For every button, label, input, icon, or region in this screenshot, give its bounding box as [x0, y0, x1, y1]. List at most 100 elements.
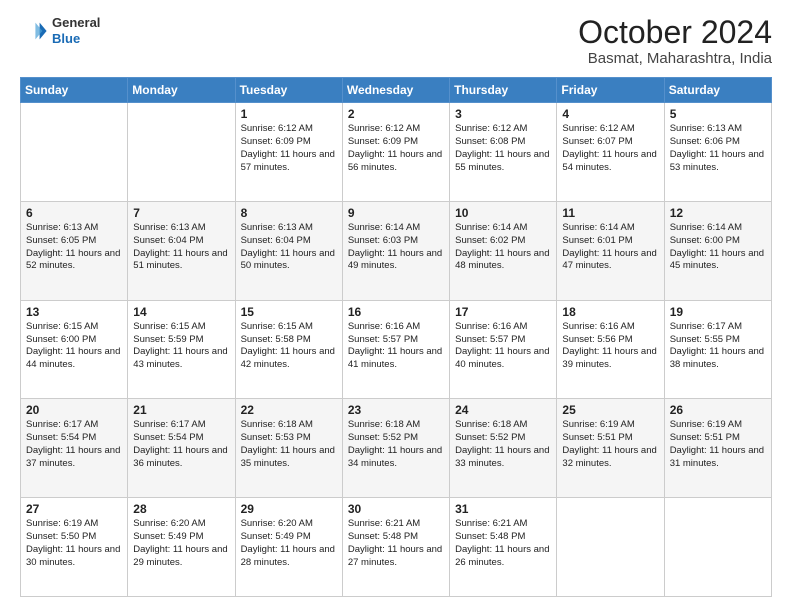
sunrise-text: Sunrise: 6:13 AM: [133, 222, 205, 233]
calendar-cell: 7 Sunrise: 6:13 AM Sunset: 6:04 PM Dayli…: [128, 201, 235, 300]
sunset-text: Sunset: 6:00 PM: [26, 334, 96, 345]
header: General Blue October 2024 Basmat, Mahara…: [20, 15, 772, 67]
calendar-cell: 21 Sunrise: 6:17 AM Sunset: 5:54 PM Dayl…: [128, 399, 235, 498]
calendar-cell: 12 Sunrise: 6:14 AM Sunset: 6:00 PM Dayl…: [664, 201, 771, 300]
daylight-text: Daylight: 11 hours and 49 minutes.: [348, 248, 442, 272]
sunrise-text: Sunrise: 6:15 AM: [133, 321, 205, 332]
cell-content: Sunrise: 6:13 AM Sunset: 6:06 PM Dayligh…: [670, 123, 766, 174]
day-number: 2: [348, 107, 444, 121]
daylight-text: Daylight: 11 hours and 39 minutes.: [562, 346, 656, 370]
calendar-week-row: 27 Sunrise: 6:19 AM Sunset: 5:50 PM Dayl…: [21, 498, 772, 597]
cell-content: Sunrise: 6:12 AM Sunset: 6:08 PM Dayligh…: [455, 123, 551, 174]
sunset-text: Sunset: 6:03 PM: [348, 235, 418, 246]
sunset-text: Sunset: 6:02 PM: [455, 235, 525, 246]
cell-content: Sunrise: 6:15 AM Sunset: 5:59 PM Dayligh…: [133, 321, 229, 372]
day-number: 11: [562, 206, 658, 220]
calendar-cell: 10 Sunrise: 6:14 AM Sunset: 6:02 PM Dayl…: [450, 201, 557, 300]
sunset-text: Sunset: 6:04 PM: [133, 235, 203, 246]
logo: General Blue: [20, 15, 100, 46]
day-number: 26: [670, 403, 766, 417]
sunset-text: Sunset: 5:53 PM: [241, 432, 311, 443]
calendar-cell: 3 Sunrise: 6:12 AM Sunset: 6:08 PM Dayli…: [450, 103, 557, 202]
daylight-text: Daylight: 11 hours and 37 minutes.: [26, 445, 120, 469]
cell-content: Sunrise: 6:17 AM Sunset: 5:55 PM Dayligh…: [670, 321, 766, 372]
cell-content: Sunrise: 6:21 AM Sunset: 5:48 PM Dayligh…: [348, 518, 444, 569]
sunrise-text: Sunrise: 6:19 AM: [562, 419, 634, 430]
sunrise-text: Sunrise: 6:20 AM: [133, 518, 205, 529]
sunset-text: Sunset: 5:48 PM: [455, 531, 525, 542]
sunset-text: Sunset: 5:55 PM: [670, 334, 740, 345]
cell-content: Sunrise: 6:12 AM Sunset: 6:09 PM Dayligh…: [241, 123, 337, 174]
day-number: 21: [133, 403, 229, 417]
sunrise-text: Sunrise: 6:12 AM: [348, 123, 420, 134]
calendar-day-header: Monday: [128, 78, 235, 103]
sunset-text: Sunset: 6:06 PM: [670, 136, 740, 147]
daylight-text: Daylight: 11 hours and 31 minutes.: [670, 445, 764, 469]
sunrise-text: Sunrise: 6:13 AM: [670, 123, 742, 134]
sunset-text: Sunset: 6:04 PM: [241, 235, 311, 246]
calendar-cell: 16 Sunrise: 6:16 AM Sunset: 5:57 PM Dayl…: [342, 300, 449, 399]
sunset-text: Sunset: 5:54 PM: [26, 432, 96, 443]
calendar-day-header: Thursday: [450, 78, 557, 103]
sunrise-text: Sunrise: 6:20 AM: [241, 518, 313, 529]
calendar-cell: [128, 103, 235, 202]
calendar-cell: 24 Sunrise: 6:18 AM Sunset: 5:52 PM Dayl…: [450, 399, 557, 498]
day-number: 3: [455, 107, 551, 121]
cell-content: Sunrise: 6:14 AM Sunset: 6:00 PM Dayligh…: [670, 222, 766, 273]
cell-content: Sunrise: 6:17 AM Sunset: 5:54 PM Dayligh…: [133, 419, 229, 470]
day-number: 22: [241, 403, 337, 417]
daylight-text: Daylight: 11 hours and 36 minutes.: [133, 445, 227, 469]
calendar-day-header: Sunday: [21, 78, 128, 103]
sunrise-text: Sunrise: 6:18 AM: [348, 419, 420, 430]
sunset-text: Sunset: 5:51 PM: [562, 432, 632, 443]
daylight-text: Daylight: 11 hours and 34 minutes.: [348, 445, 442, 469]
calendar-cell: 11 Sunrise: 6:14 AM Sunset: 6:01 PM Dayl…: [557, 201, 664, 300]
calendar-cell: 13 Sunrise: 6:15 AM Sunset: 6:00 PM Dayl…: [21, 300, 128, 399]
day-number: 30: [348, 502, 444, 516]
calendar-week-row: 13 Sunrise: 6:15 AM Sunset: 6:00 PM Dayl…: [21, 300, 772, 399]
sunset-text: Sunset: 5:58 PM: [241, 334, 311, 345]
calendar-day-header: Saturday: [664, 78, 771, 103]
sunset-text: Sunset: 5:52 PM: [455, 432, 525, 443]
sunrise-text: Sunrise: 6:19 AM: [670, 419, 742, 430]
sunrise-text: Sunrise: 6:17 AM: [26, 419, 98, 430]
day-number: 18: [562, 305, 658, 319]
logo-general: General: [52, 15, 100, 31]
calendar-cell: 29 Sunrise: 6:20 AM Sunset: 5:49 PM Dayl…: [235, 498, 342, 597]
day-number: 10: [455, 206, 551, 220]
cell-content: Sunrise: 6:19 AM Sunset: 5:50 PM Dayligh…: [26, 518, 122, 569]
calendar-cell: 15 Sunrise: 6:15 AM Sunset: 5:58 PM Dayl…: [235, 300, 342, 399]
cell-content: Sunrise: 6:15 AM Sunset: 5:58 PM Dayligh…: [241, 321, 337, 372]
cell-content: Sunrise: 6:13 AM Sunset: 6:04 PM Dayligh…: [241, 222, 337, 273]
day-number: 9: [348, 206, 444, 220]
daylight-text: Daylight: 11 hours and 38 minutes.: [670, 346, 764, 370]
daylight-text: Daylight: 11 hours and 44 minutes.: [26, 346, 120, 370]
daylight-text: Daylight: 11 hours and 32 minutes.: [562, 445, 656, 469]
day-number: 16: [348, 305, 444, 319]
day-number: 20: [26, 403, 122, 417]
day-number: 12: [670, 206, 766, 220]
day-number: 14: [133, 305, 229, 319]
title-block: October 2024 Basmat, Maharashtra, India: [578, 15, 772, 67]
sunset-text: Sunset: 5:57 PM: [348, 334, 418, 345]
day-number: 24: [455, 403, 551, 417]
calendar-cell: 5 Sunrise: 6:13 AM Sunset: 6:06 PM Dayli…: [664, 103, 771, 202]
sunrise-text: Sunrise: 6:19 AM: [26, 518, 98, 529]
sunset-text: Sunset: 5:59 PM: [133, 334, 203, 345]
day-number: 29: [241, 502, 337, 516]
sunrise-text: Sunrise: 6:15 AM: [26, 321, 98, 332]
daylight-text: Daylight: 11 hours and 33 minutes.: [455, 445, 549, 469]
day-number: 23: [348, 403, 444, 417]
sunset-text: Sunset: 5:56 PM: [562, 334, 632, 345]
calendar-day-header: Friday: [557, 78, 664, 103]
daylight-text: Daylight: 11 hours and 28 minutes.: [241, 544, 335, 568]
cell-content: Sunrise: 6:16 AM Sunset: 5:56 PM Dayligh…: [562, 321, 658, 372]
sunset-text: Sunset: 5:49 PM: [241, 531, 311, 542]
sunset-text: Sunset: 6:08 PM: [455, 136, 525, 147]
calendar-cell: 9 Sunrise: 6:14 AM Sunset: 6:03 PM Dayli…: [342, 201, 449, 300]
calendar-day-header: Wednesday: [342, 78, 449, 103]
sunrise-text: Sunrise: 6:21 AM: [455, 518, 527, 529]
calendar-week-row: 6 Sunrise: 6:13 AM Sunset: 6:05 PM Dayli…: [21, 201, 772, 300]
day-number: 25: [562, 403, 658, 417]
daylight-text: Daylight: 11 hours and 42 minutes.: [241, 346, 335, 370]
